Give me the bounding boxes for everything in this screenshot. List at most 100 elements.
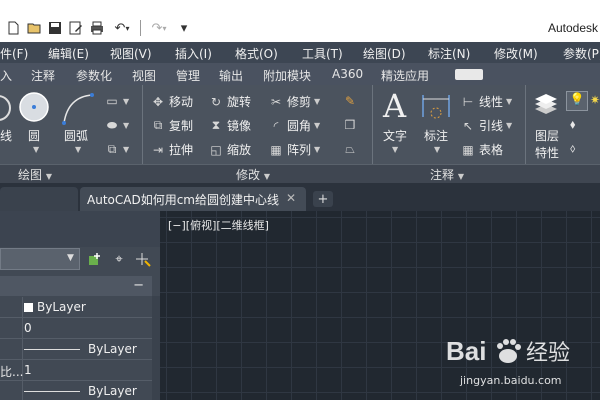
circle-dropdown-icon[interactable]: ▼ bbox=[33, 145, 39, 154]
menu-edit[interactable]: 编辑(E) bbox=[48, 45, 89, 62]
region-tool[interactable]: ⧉ ▼ bbox=[104, 141, 129, 157]
menu-file[interactable]: 件(F) bbox=[0, 45, 28, 62]
menu-tools[interactable]: 工具(T) bbox=[302, 45, 343, 62]
stretch-button[interactable]: ⇥ 拉伸 bbox=[150, 141, 193, 158]
collapse-icon[interactable]: − bbox=[133, 278, 144, 293]
undo-icon[interactable]: ↶ ▾ bbox=[109, 19, 135, 37]
table-button[interactable]: ▦ 表格 bbox=[460, 141, 503, 158]
dimension-dropdown-icon[interactable]: ▼ bbox=[434, 145, 440, 154]
text-label[interactable]: 文字 bbox=[383, 127, 407, 144]
menu-modify[interactable]: 修改(M) bbox=[494, 45, 538, 62]
tab-output[interactable]: 输出 bbox=[219, 67, 243, 84]
selection-combo[interactable]: ▼ bbox=[0, 248, 80, 270]
arc-dropdown-icon[interactable]: ▼ bbox=[75, 145, 81, 154]
copy-button[interactable]: ⧉ 复制 bbox=[150, 117, 193, 134]
viewport-controls[interactable]: [−][俯视][二维线框] bbox=[168, 217, 269, 233]
line-label[interactable]: 线 bbox=[0, 127, 12, 144]
rotate-button[interactable]: ↻ 旋转 bbox=[208, 93, 251, 110]
layer-properties-icon[interactable] bbox=[533, 91, 559, 117]
explode-button[interactable]: ❒ bbox=[342, 117, 358, 133]
menu-view[interactable]: 视图(V) bbox=[110, 45, 152, 62]
move-icon: ✥ bbox=[152, 94, 164, 109]
array-button[interactable]: ▦ 阵列 ▼ bbox=[268, 141, 320, 158]
arc-label[interactable]: 圆弧 bbox=[64, 127, 88, 144]
move-button[interactable]: ✥ 移动 bbox=[150, 93, 193, 110]
dimension-label[interactable]: 标注 bbox=[424, 127, 448, 144]
tab-addins[interactable]: 附加模块 bbox=[263, 67, 311, 84]
print-icon[interactable] bbox=[88, 19, 106, 37]
toggle-pickadd-icon[interactable] bbox=[86, 250, 104, 268]
save-as-icon[interactable] bbox=[67, 19, 85, 37]
document-tab[interactable]: AutoCAD如何用cm给圆创建中心线 ✕ bbox=[80, 187, 306, 211]
sun-icon[interactable]: ✷ bbox=[590, 93, 600, 107]
watermark-url: jingyan.baidu.com bbox=[460, 374, 562, 387]
ribbon: 线 圆 圆弧 ▼ ▼ ▭ ▼ ⬬ ▼ ⧉ ▼ ✥ 移动 ↻ 旋转 ✂ 修剪 ▼ ⧉ 复制 ⧗ 镜像… bbox=[0, 85, 600, 183]
customize-icon[interactable]: ▾ bbox=[175, 19, 193, 37]
annotation-panel-title[interactable]: 注释 ▼ bbox=[430, 166, 464, 183]
leader-button[interactable]: ↖ 引线 ▼ bbox=[460, 117, 512, 134]
stretch-icon: ⇥ bbox=[152, 142, 164, 157]
tab-view[interactable]: 视图 bbox=[132, 67, 156, 84]
select-objects-icon[interactable]: ⌖ bbox=[110, 250, 128, 268]
open-icon[interactable] bbox=[25, 19, 43, 37]
tab-insert[interactable]: 入 bbox=[0, 67, 12, 84]
toolbar-separator bbox=[140, 20, 141, 36]
general-section-header[interactable]: − bbox=[0, 276, 152, 296]
new-tab-button[interactable]: + bbox=[313, 191, 333, 207]
draw-panel-title[interactable]: 绘图 ▼ bbox=[18, 166, 52, 183]
table-icon: ▦ bbox=[462, 142, 474, 157]
arc-icon[interactable] bbox=[60, 91, 96, 127]
scale-button[interactable]: ◱ 缩放 bbox=[208, 141, 251, 158]
property-row-linetype-scale[interactable]: 比... 1 bbox=[0, 360, 152, 381]
quick-select-icon[interactable] bbox=[134, 250, 152, 268]
text-icon[interactable]: A bbox=[383, 87, 406, 125]
properties-scrollbar[interactable] bbox=[152, 296, 160, 400]
chevron-down-icon: ▼ bbox=[67, 253, 74, 263]
start-tab[interactable] bbox=[0, 187, 78, 211]
app-title: Autodesk bbox=[548, 21, 599, 35]
property-row-layer[interactable]: 0 bbox=[0, 318, 152, 339]
tab-featured-apps[interactable]: 精选应用 bbox=[381, 67, 429, 84]
menu-draw[interactable]: 绘图(D) bbox=[363, 45, 406, 62]
layer-properties-label-2[interactable]: 特性 bbox=[535, 144, 559, 161]
circle-label[interactable]: 圆 bbox=[28, 127, 40, 144]
fillet-button[interactable]: ◜ 圆角 ▼ bbox=[268, 117, 321, 134]
dimension-icon[interactable] bbox=[420, 91, 452, 125]
modify-panel-title[interactable]: 修改 ▼ bbox=[236, 166, 270, 183]
layer-isolate-icon[interactable]: ⬧ bbox=[570, 117, 575, 132]
lightbulb-icon[interactable]: 💡 bbox=[566, 91, 588, 111]
mirror-button[interactable]: ⧗ 镜像 bbox=[208, 117, 251, 134]
ribbon-minimize-toggle[interactable] bbox=[455, 69, 483, 80]
text-dropdown-icon[interactable]: ▼ bbox=[392, 145, 398, 154]
explode-icon: ❒ bbox=[344, 118, 356, 132]
property-row-lineweight[interactable]: ByLayer bbox=[0, 381, 152, 400]
menu-format[interactable]: 格式(O) bbox=[235, 45, 278, 62]
redo-icon[interactable]: ↷ ▾ bbox=[146, 19, 172, 37]
trim-button[interactable]: ✂ 修剪 ▼ bbox=[268, 93, 320, 110]
line-icon[interactable] bbox=[0, 93, 12, 123]
offset-button[interactable]: ⏢ bbox=[342, 141, 358, 157]
properties-header bbox=[0, 211, 160, 247]
baidu-jingyan-watermark: Bai 经验 jingyan.baidu.com bbox=[446, 330, 600, 400]
menu-dimension[interactable]: 标注(N) bbox=[428, 45, 470, 62]
tab-annotate[interactable]: 注释 bbox=[31, 67, 55, 84]
property-row-linetype[interactable]: ByLayer bbox=[0, 339, 152, 360]
menu-parametric[interactable]: 参数(P) bbox=[563, 45, 600, 62]
document-tab-bar: AutoCAD如何用cm给圆创建中心线 ✕ + bbox=[0, 183, 600, 211]
hatch-tool[interactable]: ⬬ ▼ bbox=[104, 117, 129, 133]
circle-icon[interactable] bbox=[18, 91, 50, 123]
tab-manage[interactable]: 管理 bbox=[176, 67, 200, 84]
menu-insert[interactable]: 插入(I) bbox=[175, 45, 212, 62]
tab-parametric[interactable]: 参数化 bbox=[76, 67, 112, 84]
save-icon[interactable] bbox=[46, 19, 64, 37]
new-icon[interactable] bbox=[4, 19, 22, 37]
layer-match-icon[interactable]: ⬨ bbox=[570, 141, 575, 156]
property-row-color[interactable]: ByLayer bbox=[0, 297, 152, 318]
erase-button[interactable]: ✎ bbox=[342, 93, 358, 109]
linear-dimension-button[interactable]: ⊢ 线性 ▼ bbox=[460, 93, 512, 110]
layer-properties-label[interactable]: 图层 bbox=[535, 127, 559, 144]
tab-a360[interactable]: A360 bbox=[332, 67, 363, 81]
rectangle-tool[interactable]: ▭ ▼ bbox=[104, 93, 129, 109]
close-tab-icon[interactable]: ✕ bbox=[286, 191, 296, 205]
scale-icon: ◱ bbox=[210, 142, 222, 157]
